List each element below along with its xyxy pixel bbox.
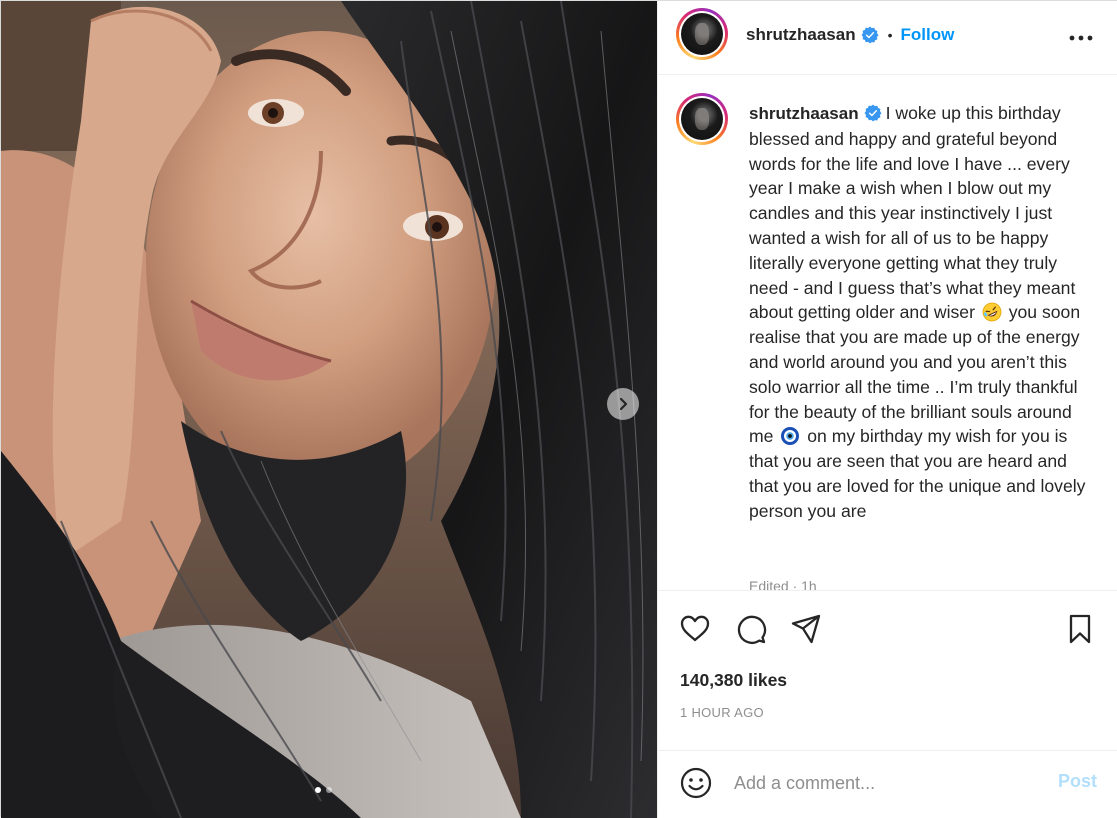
chevron-right-icon [619, 397, 628, 411]
caption-text-part-2: you soon realise that you are made up of… [749, 302, 1081, 447]
carousel-indicator [315, 787, 332, 793]
profile-picture [681, 13, 723, 55]
save-button[interactable] [1063, 612, 1097, 646]
comment-button[interactable] [734, 612, 768, 646]
share-button[interactable] [789, 612, 823, 646]
verified-badge-icon [864, 104, 882, 122]
likes-count[interactable]: 140,380 likes [680, 670, 787, 691]
post-actions-section: 140,380 likes 1 HOUR AGO [658, 590, 1117, 750]
avatar[interactable] [676, 8, 728, 60]
emoji-picker-button[interactable] [678, 765, 714, 801]
carousel-dot-active [315, 787, 321, 793]
comment-bubble-icon [737, 615, 767, 644]
header-user: shrutzhaasan • Follow [746, 25, 954, 45]
separator-dot: • [887, 27, 893, 43]
username-link[interactable]: shrutzhaasan [746, 25, 856, 45]
post-header: shrutzhaasan • Follow [658, 1, 1117, 75]
caption-section: shrutzhaasan I woke up this birthday ble… [658, 76, 1117, 590]
post-caption: shrutzhaasan I woke up this birthday ble… [749, 101, 1089, 524]
nazar-amulet-emoji [781, 427, 800, 446]
verified-badge-icon [861, 26, 879, 44]
paper-plane-icon [791, 614, 821, 644]
post-details-panel: shrutzhaasan • Follow shrutzhaasan I wok… [657, 1, 1117, 818]
carousel-next-button[interactable] [607, 388, 639, 420]
post-timestamp[interactable]: 1 HOUR AGO [680, 705, 764, 720]
caption-text-part-1: I woke up this birthday blessed and happ… [749, 103, 1076, 323]
more-options-icon [1069, 35, 1093, 41]
post-dialog: shrutzhaasan • Follow shrutzhaasan I wok… [0, 0, 1117, 818]
like-button[interactable] [678, 612, 712, 646]
caption-username-link[interactable]: shrutzhaasan [749, 104, 859, 123]
more-options-button[interactable] [1069, 28, 1093, 48]
rolling-laughing-emoji [982, 302, 1002, 322]
heart-icon [680, 615, 710, 642]
caption-avatar[interactable] [676, 93, 728, 145]
comment-input[interactable] [734, 769, 1034, 797]
post-media[interactable] [1, 1, 657, 818]
post-comment-button[interactable]: Post [1058, 771, 1097, 792]
bookmark-icon [1069, 614, 1091, 644]
profile-picture [681, 98, 723, 140]
comment-form: Post [658, 750, 1117, 818]
post-photo [1, 1, 657, 818]
follow-button[interactable]: Follow [901, 25, 955, 45]
smiley-icon [680, 767, 712, 799]
carousel-dot [326, 787, 332, 793]
edited-label: Edited · 1h [749, 578, 817, 590]
